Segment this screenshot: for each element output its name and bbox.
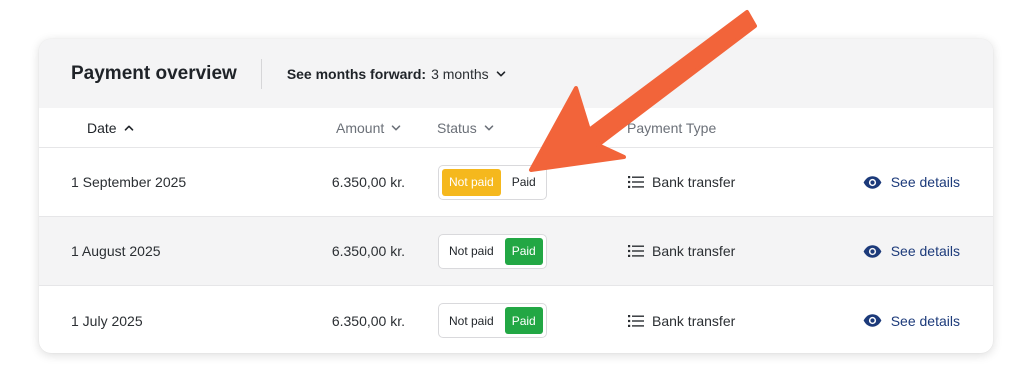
see-details-link[interactable]: See details <box>863 148 960 216</box>
row-amount: 6.350,00 kr. <box>331 174 405 190</box>
eye-icon <box>863 244 882 258</box>
not-paid-toggle-option[interactable]: Not paid <box>442 307 501 334</box>
paid-toggle-option[interactable]: Paid <box>505 169 543 196</box>
payment-type: Bank transfer <box>628 286 735 353</box>
list-icon <box>628 244 644 258</box>
payment-overview-card: Payment overview See months forward: 3 m… <box>39 39 993 353</box>
row-date: 1 July 2025 <box>71 312 143 329</box>
table-row: 1 July 2025 6.350,00 kr. Not paid Paid B… <box>39 286 993 353</box>
column-header-date[interactable]: Date <box>87 108 135 147</box>
eye-icon <box>863 314 882 327</box>
column-header-status[interactable]: Status <box>437 108 495 147</box>
not-paid-toggle-option[interactable]: Not paid <box>442 168 501 196</box>
payment-type: Bank transfer <box>628 148 735 216</box>
see-details-link[interactable]: See details <box>863 217 960 285</box>
paid-toggle-option[interactable]: Paid <box>504 307 543 334</box>
row-amount: 6.350,00 kr. <box>331 243 405 259</box>
card-header: Payment overview See months forward: 3 m… <box>39 39 993 108</box>
see-details-link[interactable]: See details <box>863 286 960 353</box>
row-date: 1 August 2025 <box>71 243 161 259</box>
column-header-payment-type-label: Payment Type <box>627 119 717 136</box>
table-row: 1 September 2025 6.350,00 kr. Not paid P… <box>39 148 993 217</box>
not-paid-toggle-option[interactable]: Not paid <box>442 238 501 265</box>
status-toggle: Not paid Paid <box>438 303 547 338</box>
payment-type: Bank transfer <box>628 217 735 285</box>
payment-type-label: Bank transfer <box>652 312 736 329</box>
header-divider <box>260 58 262 89</box>
row-date: 1 September 2025 <box>71 174 187 190</box>
table-header: Date Amount Status Payment Type <box>39 108 993 148</box>
months-forward-select[interactable]: See months forward: 3 months <box>287 66 507 82</box>
column-header-date-label: Date <box>87 119 117 136</box>
row-amount: 6.350,00 kr. <box>331 312 405 329</box>
see-details-label: See details <box>890 312 960 329</box>
status-cell: Not paid Paid <box>438 286 547 353</box>
see-details-label: See details <box>890 174 960 190</box>
list-icon <box>628 314 644 328</box>
column-header-payment-type: Payment Type <box>627 108 716 147</box>
payment-type-label: Bank transfer <box>652 174 736 190</box>
status-toggle: Not paid Paid <box>438 233 547 269</box>
eye-icon <box>863 175 882 189</box>
list-icon <box>628 175 644 189</box>
column-header-amount-label: Amount <box>336 119 385 136</box>
status-toggle: Not paid Paid <box>438 164 547 200</box>
status-cell: Not paid Paid <box>438 217 547 285</box>
chevron-up-icon <box>123 122 135 134</box>
payment-type-label: Bank transfer <box>652 243 736 259</box>
chevron-down-icon <box>390 122 402 134</box>
see-details-label: See details <box>890 243 960 259</box>
table-row: 1 August 2025 6.350,00 kr. Not paid Paid… <box>39 217 993 286</box>
column-header-amount[interactable]: Amount <box>336 108 402 147</box>
months-forward-label: See months forward: <box>286 65 427 82</box>
column-header-status-label: Status <box>437 119 477 136</box>
chevron-down-icon <box>495 68 507 80</box>
months-forward-value: 3 months <box>431 65 489 82</box>
page-title: Payment overview <box>71 62 237 84</box>
chevron-down-icon <box>483 122 495 134</box>
paid-toggle-option[interactable]: Paid <box>504 237 543 265</box>
status-cell: Not paid Paid <box>438 148 547 216</box>
